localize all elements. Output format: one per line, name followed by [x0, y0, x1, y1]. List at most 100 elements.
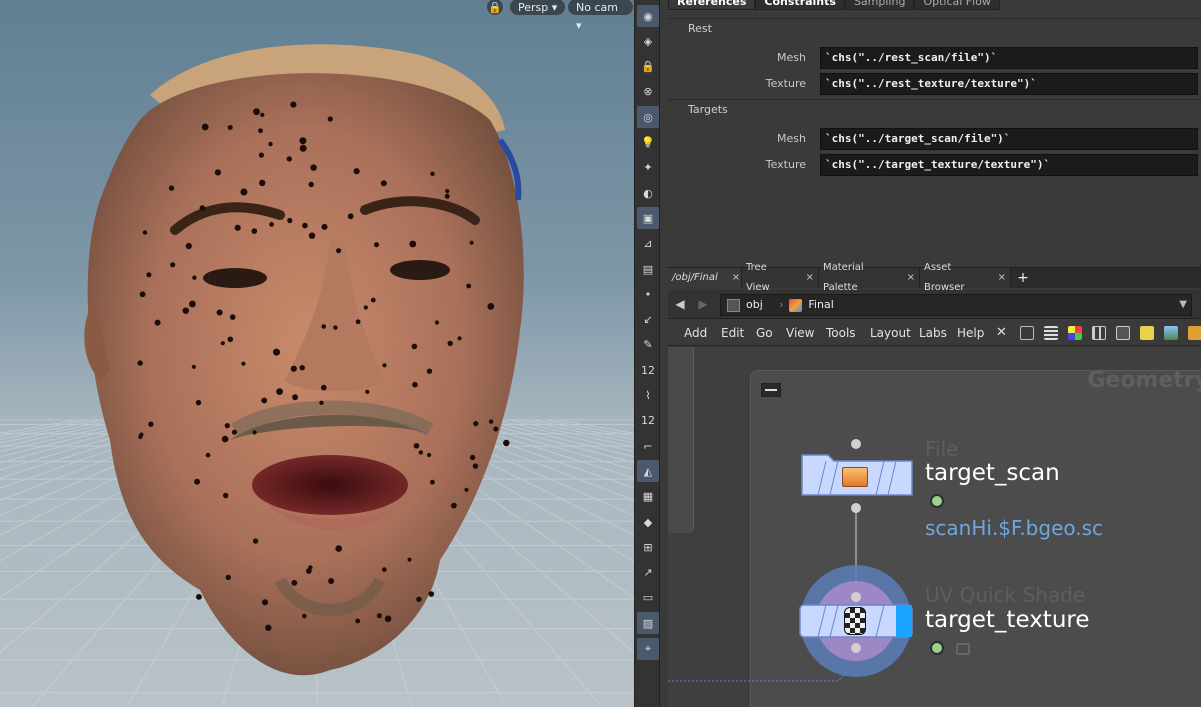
corner-icon[interactable]: ⌐: [637, 435, 659, 457]
number-alt-icon[interactable]: 12: [637, 410, 659, 432]
camera-mode-label: Persp: [518, 1, 549, 14]
menu-add[interactable]: Add: [684, 320, 707, 346]
point-icon[interactable]: •: [637, 283, 659, 305]
lock-icon[interactable]: 🔒: [637, 56, 659, 78]
viewport-lock-button[interactable]: 🔒: [486, 0, 504, 16]
camera-mode-dropdown[interactable]: Persp ▾: [509, 0, 567, 16]
target-texture-field[interactable]: `chs("../target_texture/texture")`: [820, 154, 1198, 176]
normal-icon[interactable]: ↙: [637, 309, 659, 331]
background-icon[interactable]: ▨: [637, 612, 659, 635]
tab-sampling[interactable]: Sampling: [844, 0, 915, 10]
node-name-label[interactable]: target_scan: [925, 460, 1060, 486]
pen-icon[interactable]: ✎: [637, 334, 659, 356]
snap-icon[interactable]: ⊗: [637, 81, 659, 103]
lock-icon[interactable]: [956, 643, 970, 655]
diamond-icon[interactable]: ◆: [637, 511, 659, 533]
target-mesh-label: Mesh: [777, 132, 806, 145]
close-icon[interactable]: ×: [907, 268, 915, 288]
network-canvas[interactable]: Geometry File target_scan scanHi.$F.bgeo…: [668, 347, 1201, 707]
light-icon[interactable]: 💡: [637, 132, 659, 154]
display-icon[interactable]: ◐: [637, 182, 659, 204]
chevron-right-icon: ›: [779, 298, 784, 311]
color-palette-icon[interactable]: [1068, 326, 1082, 340]
target-mesh-field[interactable]: `chs("../target_scan/file")`: [820, 128, 1198, 150]
crumb-final[interactable]: › Final: [779, 295, 834, 315]
shading-icon[interactable]: ▣: [637, 207, 659, 230]
tab-optical-flow[interactable]: Optical Flow: [914, 0, 1000, 10]
rest-mesh-label: Mesh: [777, 51, 806, 64]
back-arrow-icon[interactable]: ◀: [671, 295, 689, 313]
rest-texture-field[interactable]: `chs("../rest_texture/texture")`: [820, 73, 1198, 95]
menu-labs[interactable]: Labs: [919, 320, 947, 346]
tab-obj-final[interactable]: /obj/Final ×: [668, 268, 742, 288]
number-icon[interactable]: 12: [637, 359, 659, 381]
tab-constraints[interactable]: Constraints: [755, 0, 845, 10]
section-targets[interactable]: Targets: [668, 99, 1201, 119]
node-target-scan[interactable]: [798, 453, 914, 497]
network-box-icon[interactable]: [1116, 326, 1130, 340]
pin-icon[interactable]: ⌖: [637, 637, 659, 660]
viewport-toolbar: ◉ ◈ 🔒 ⊗ ◎ 💡 ✦ ◐ ▣ ⊿ ▤ • ↙ ✎ 12 ⌇ 12 ⌐ ◭ ▦ ◆ ⊞ ↗ ▭ ▨ ⌖: [634, 0, 660, 707]
checker-icon[interactable]: ▦: [637, 486, 659, 508]
parameter-tabs: References Constraints Sampling Optical …: [668, 0, 1000, 10]
add-tab-button[interactable]: +: [1011, 268, 1035, 288]
path-breadcrumb: obj › Final ▼: [720, 294, 1192, 316]
vector-icon[interactable]: ↗: [637, 562, 659, 584]
menu-view[interactable]: View: [786, 320, 814, 346]
uv-icon[interactable]: ⊞: [637, 536, 659, 558]
network-menubar: Add Edit Go View Tools Layout Labs Help …: [668, 320, 1201, 346]
node-type-label: UV Quick Shade: [925, 583, 1086, 607]
texture-icon[interactable]: ▤: [637, 258, 659, 280]
clock-icon[interactable]: [930, 641, 944, 655]
rest-mesh-field[interactable]: `chs("../rest_scan/file")`: [820, 47, 1198, 69]
wrench-icon[interactable]: ✕: [996, 326, 1010, 340]
close-icon[interactable]: ×: [732, 268, 740, 288]
head-scan-mesh: [84, 44, 524, 676]
menu-help[interactable]: Help: [957, 320, 984, 346]
light-add-icon[interactable]: ✦: [637, 157, 659, 179]
parameter-pane: References Constraints Sampling Optical …: [668, 0, 1201, 262]
tab-material-palette[interactable]: Material Palette ×: [819, 262, 920, 293]
folder-icon: [842, 467, 868, 487]
background-image-icon[interactable]: [1164, 326, 1178, 340]
target-texture-label: Texture: [765, 158, 806, 171]
menu-tools[interactable]: Tools: [826, 320, 856, 346]
prim-icon[interactable]: ◭: [637, 460, 659, 483]
list-view-icon[interactable]: [1044, 326, 1058, 340]
grid-icon[interactable]: ▭: [637, 587, 659, 609]
close-icon[interactable]: ×: [998, 268, 1006, 288]
camera-name-label: No cam: [576, 1, 618, 14]
menu-layout[interactable]: Layout: [870, 320, 911, 346]
wire-icon[interactable]: ⊿: [637, 233, 659, 255]
obj-context-icon: [727, 298, 740, 312]
node-target-texture[interactable]: [798, 603, 914, 639]
node-param-label[interactable]: scanHi.$F.bgeo.sc: [925, 516, 1103, 540]
brush-icon[interactable]: ⌇: [637, 385, 659, 407]
tree-layout-icon[interactable]: [1020, 326, 1034, 340]
forward-arrow-icon[interactable]: ▶: [694, 295, 712, 313]
grid-view-icon[interactable]: [1092, 326, 1106, 340]
tab-asset-browser[interactable]: Asset Browser ×: [920, 262, 1011, 293]
geometry-node-icon: [789, 298, 803, 312]
ghost-icon[interactable]: ◎: [637, 106, 659, 129]
caret-down-icon: ▾: [551, 1, 558, 14]
folder-icon[interactable]: [1188, 326, 1201, 340]
close-icon[interactable]: ×: [806, 268, 814, 288]
view-icon[interactable]: ◉: [637, 5, 659, 27]
scene-viewport[interactable]: 🔒 Persp ▾ No cam ▾: [0, 0, 634, 707]
tab-references[interactable]: References: [668, 0, 756, 10]
crumb-label: obj: [746, 298, 763, 311]
sticky-note-icon[interactable]: [1140, 326, 1154, 340]
crumb-obj[interactable]: obj: [727, 295, 763, 315]
select-mode-icon[interactable]: ◈: [637, 30, 659, 52]
tab-tree-view[interactable]: Tree View ×: [742, 262, 819, 293]
menu-edit[interactable]: Edit: [721, 320, 744, 346]
clock-icon[interactable]: [930, 494, 944, 508]
section-rest[interactable]: Rest: [668, 18, 1201, 38]
path-dropdown-icon[interactable]: ▼: [1179, 295, 1187, 315]
camera-select-dropdown[interactable]: No cam ▾: [567, 0, 634, 32]
tab-label: /obj/Final: [672, 272, 718, 283]
network-path-bar: ◀ ▶ obj › Final ▼: [668, 290, 1201, 319]
node-name-label[interactable]: target_texture: [925, 607, 1090, 633]
menu-go[interactable]: Go: [756, 320, 773, 346]
